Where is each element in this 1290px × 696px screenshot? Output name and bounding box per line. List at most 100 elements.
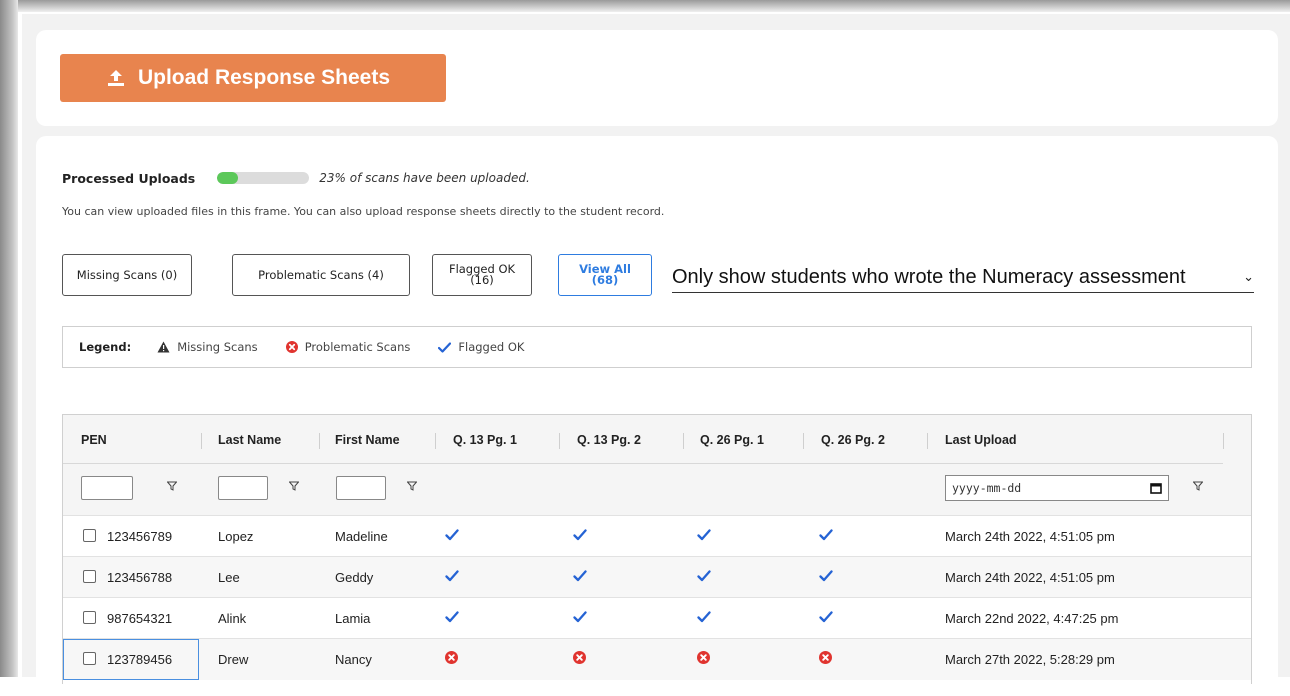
header-divider [63,463,1223,464]
row-checkbox[interactable] [83,529,96,542]
view-all-button[interactable]: View All (68) [558,254,652,296]
legend-title: Legend: [79,340,132,354]
header-q26-pg1[interactable]: Q. 26 Pg. 1 [700,433,764,447]
last-name-cell: Lee [218,570,240,585]
row-checkbox[interactable] [83,652,96,665]
checkmark-icon [819,528,833,546]
missing-scans-label: Missing Scans (0) [76,267,178,282]
checkmark-icon [445,569,459,587]
error-circle-icon [573,651,586,669]
problematic-scans-label: Problematic Scans (4) [258,267,384,282]
assessment-filter-value: Only show students who wrote the Numerac… [672,265,1186,288]
progress-text: 23% of scans have been uploaded. [319,171,530,185]
legend-problematic: Problematic Scans [285,340,411,354]
last-upload-cell: March 24th 2022, 4:51:05 pm [945,570,1115,585]
pen-filter-input[interactable] [81,476,133,500]
column-divider [1223,433,1224,449]
problematic-scans-button[interactable]: Problematic Scans (4) [232,254,410,296]
header-q26-pg2[interactable]: Q. 26 Pg. 2 [821,433,885,447]
checkmark-icon [697,569,711,587]
processed-uploads-label: Processed Uploads [62,170,196,186]
header-pen[interactable]: PEN [81,433,107,447]
checkmark-icon [438,341,452,353]
checkmark-icon [819,569,833,587]
checkmark-icon [445,528,459,546]
assessment-filter-select[interactable]: Only show students who wrote the Numerac… [672,262,1254,293]
pen-cell: 123456788 [107,570,173,585]
column-divider [683,433,684,449]
window-shadow-left [0,0,18,677]
error-circle-icon [819,651,832,669]
table-header: PEN Last Name First Name Q. 13 Pg. 1 Q. … [63,415,1251,515]
chevron-down-icon: ⌄ [1243,269,1254,284]
filter-icon[interactable] [407,481,417,491]
column-divider [803,433,804,449]
missing-scans-button[interactable]: Missing Scans (0) [62,254,192,296]
last-name-cell: Drew [218,652,249,667]
filter-icon[interactable] [1193,481,1203,491]
flagged-ok-button[interactable]: Flagged OK (16) [432,254,532,296]
checkmark-icon [573,610,587,628]
column-divider [435,433,436,449]
header-last-upload[interactable]: Last Upload [945,433,1017,447]
checkmark-icon [697,610,711,628]
table-row[interactable]: 123789456 Drew Nancy March 27th 2022, 5:28:… [63,638,1251,680]
last-upload-date-input[interactable]: yyyy-mm-dd [945,475,1169,501]
pen-cell: 123456789 [107,529,173,544]
table-row[interactable]: 987654321 Alink Lamia March 22nd 2022, 4:47… [63,597,1251,639]
table-row[interactable]: 123456789 Lopez Madeline March 24th 2022, 4… [63,515,1251,557]
window-shadow-top [0,0,1290,12]
last-name-cell: Alink [218,611,247,626]
last-upload-cell: March 22nd 2022, 4:47:25 pm [945,611,1119,626]
last-name-filter-input[interactable] [218,476,268,500]
checkmark-icon [819,610,833,628]
warning-icon [157,341,170,353]
error-circle-icon [285,341,298,353]
filter-icon[interactable] [167,481,177,491]
first-name-cell: Geddy [335,570,374,585]
last-name-cell: Lopez [218,529,254,544]
upload-progress-bar [217,172,310,184]
first-name-cell: Lamia [335,611,371,626]
legend-missing-label: Missing Scans [177,340,258,354]
last-upload-cell: March 27th 2022, 5:28:29 pm [945,652,1115,667]
legend-problematic-label: Problematic Scans [304,340,411,354]
pen-cell: 987654321 [107,611,173,626]
upload-button-label: Upload Response Sheets [137,66,391,89]
checkmark-icon [697,528,711,546]
upload-icon [107,70,124,86]
column-divider [201,433,202,449]
upload-progress-fill [217,172,239,184]
first-name-cell: Nancy [335,652,372,667]
error-circle-icon [697,651,710,669]
legend: Legend: Missing Scans Problematic Scans … [62,326,1252,368]
upload-response-sheets-button[interactable]: Upload Response Sheets [60,54,446,102]
flagged-ok-count: (16) [470,273,494,287]
first-name-filter-input[interactable] [336,476,386,500]
row-checkbox[interactable] [83,611,96,624]
first-name-cell: Madeline [335,529,388,544]
pen-cell: 123789456 [107,652,173,667]
header-first-name[interactable]: First Name [335,433,400,447]
header-last-name[interactable]: Last Name [218,433,281,447]
calendar-icon[interactable] [1150,482,1162,494]
column-divider [319,433,320,449]
filter-icon[interactable] [289,481,299,491]
checkmark-icon [573,528,587,546]
table-row[interactable]: 123456788 Lee Geddy March 24th 2022, 4:51:0… [63,556,1251,598]
scans-table: PEN Last Name First Name Q. 13 Pg. 1 Q. … [62,414,1252,684]
date-placeholder: yyyy-mm-dd [952,481,1022,495]
row-checkbox[interactable] [83,570,96,583]
column-divider [559,433,560,449]
checkmark-icon [573,569,587,587]
header-q13-pg1[interactable]: Q. 13 Pg. 1 [453,433,517,447]
error-circle-icon [445,651,458,669]
checkmark-icon [445,610,459,628]
last-upload-cell: March 24th 2022, 4:51:05 pm [945,529,1115,544]
legend-missing: Missing Scans [157,340,258,354]
info-text: You can view uploaded files in this fram… [62,205,665,218]
header-q13-pg2[interactable]: Q. 13 Pg. 2 [577,433,641,447]
legend-flagged: Flagged OK [438,340,524,354]
processed-uploads-row: Processed Uploads 23% of scans have been… [62,168,530,188]
legend-flagged-label: Flagged OK [458,340,525,354]
